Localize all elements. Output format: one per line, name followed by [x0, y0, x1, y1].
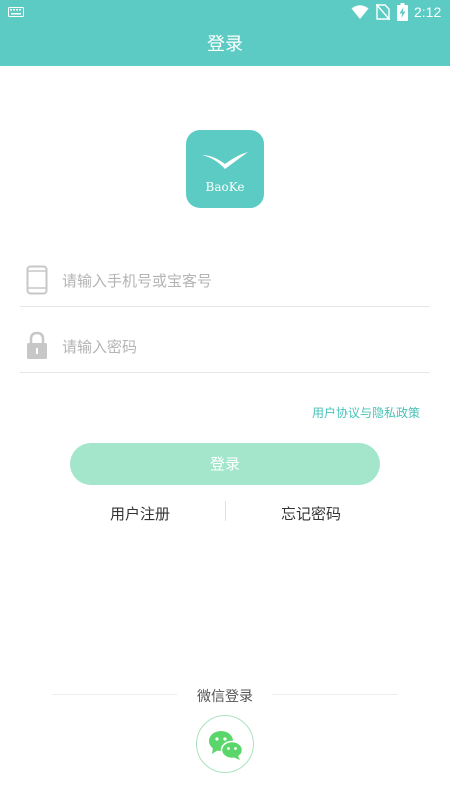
wechat-divider-right [272, 694, 398, 695]
status-bar: 2:12 [0, 0, 450, 24]
phone-input[interactable] [62, 270, 422, 292]
wifi-icon [351, 5, 369, 19]
app-logo: BaoKe [186, 130, 264, 208]
phone-field [20, 257, 430, 307]
forgot-password-link[interactable]: 忘记密码 [281, 503, 341, 524]
keyboard-icon [8, 7, 24, 17]
policy-link[interactable]: 用户协议与隐私政策 [312, 404, 420, 421]
title-bar: 登录 [0, 24, 450, 66]
status-time: 2:12 [414, 4, 442, 20]
phone-icon [26, 265, 48, 295]
logo-text: BaoKe [205, 180, 245, 194]
bird-icon [202, 152, 248, 169]
no-sim-icon [376, 4, 390, 20]
link-divider [225, 501, 226, 521]
wechat-login-label: 微信登录 [197, 689, 253, 705]
password-input[interactable] [62, 336, 422, 358]
login-button[interactable]: 登录 [70, 443, 380, 485]
register-link[interactable]: 用户注册 [110, 503, 170, 524]
page-title: 登录 [207, 34, 243, 55]
lock-icon [27, 331, 47, 359]
battery-charging-icon [397, 3, 408, 21]
wechat-login-button[interactable] [196, 715, 254, 773]
password-field [20, 323, 430, 373]
wechat-icon [209, 731, 244, 760]
